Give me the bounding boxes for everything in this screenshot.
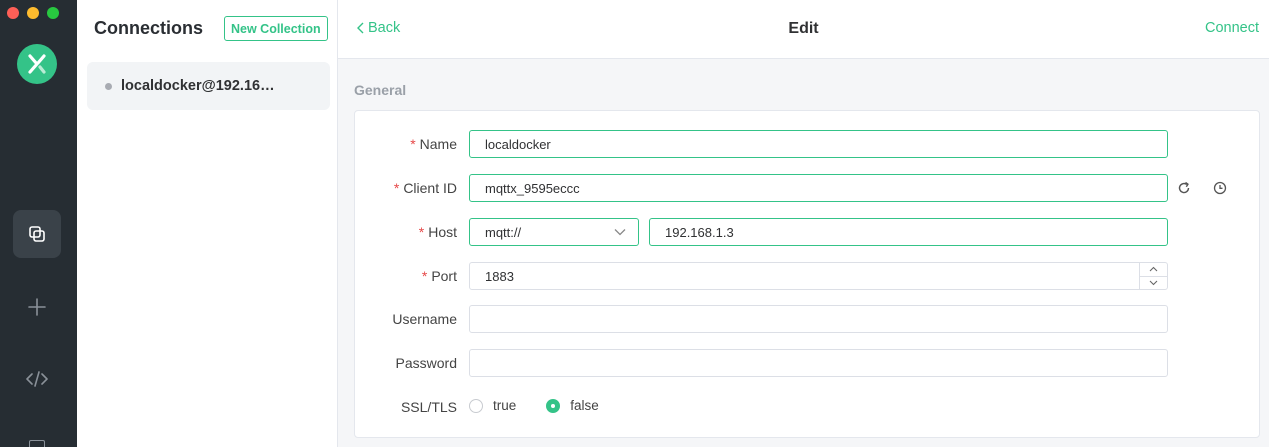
name-input[interactable]: localdocker [469, 130, 1168, 158]
connection-name: localdocker@192.16… [121, 78, 275, 94]
connections-panel: Connections New Collection localdocker@1… [77, 0, 338, 447]
top-bar: Back Edit Connect [338, 0, 1269, 59]
host-input[interactable]: 192.168.1.3 [649, 218, 1168, 246]
code-icon [26, 371, 48, 387]
chevron-down-icon [614, 229, 626, 236]
radio-circle-selected [546, 398, 561, 413]
port-label: * Port [421, 268, 457, 284]
host-row: * Host mqtt:// 192.168.1.3 [355, 218, 1261, 246]
ssl-true-label: true [493, 398, 517, 413]
radio-circle [469, 398, 483, 413]
connection-status-dot [105, 82, 112, 90]
port-decrement-button[interactable] [1140, 275, 1167, 290]
port-row: * Port 1883 [355, 262, 1261, 290]
ssl-tls-label: SSL/TLS [400, 399, 457, 415]
ssl-true-radio[interactable]: true [469, 398, 516, 413]
connect-button[interactable]: Connect [1205, 20, 1259, 36]
ssl-false-radio[interactable]: false [546, 398, 599, 413]
refresh-icon[interactable] [1176, 180, 1192, 196]
port-value: 1883 [485, 268, 514, 284]
username-label: Username [392, 311, 457, 327]
name-row: * Name localdocker [355, 130, 1261, 158]
connections-icon [29, 226, 45, 242]
protocol-value: mqtt:// [485, 224, 522, 240]
password-row: Password [355, 349, 1261, 377]
name-label: * Name [410, 136, 457, 152]
clock-icon[interactable] [1212, 180, 1228, 196]
general-form-card: * Name localdocker * Client ID mqttx_9595e… [354, 110, 1260, 438]
username-row: Username [355, 305, 1261, 333]
client-id-input[interactable]: mqttx_9595eccc [469, 174, 1168, 202]
ssl-tls-radio-group: true false [469, 398, 629, 413]
username-input[interactable] [469, 305, 1168, 333]
rail-connections-button[interactable] [13, 210, 61, 258]
rail-new-connection-button[interactable] [13, 283, 61, 331]
password-label: Password [395, 355, 457, 371]
section-general-label: General [354, 82, 407, 98]
page-title: Edit [788, 20, 819, 37]
window-close-button[interactable] [7, 7, 19, 19]
client-id-label: * Client ID [393, 180, 457, 196]
client-id-row: * Client ID mqttx_9595eccc [355, 174, 1261, 202]
protocol-select[interactable]: mqtt:// [469, 218, 639, 246]
password-input[interactable] [469, 349, 1168, 377]
connections-title: Connections [94, 18, 204, 38]
chevron-down-icon [1149, 280, 1158, 286]
window-minimize-button[interactable] [27, 7, 39, 19]
app-logo-icon [17, 44, 57, 84]
host-label: * Host [418, 224, 457, 240]
ssl-false-label: false [570, 398, 599, 413]
window-zoom-button[interactable] [47, 7, 59, 19]
app-rail [0, 0, 77, 447]
rail-log-icon[interactable] [29, 440, 45, 447]
rail-script-button[interactable] [13, 355, 61, 403]
connection-list-item[interactable]: localdocker@192.16… [87, 62, 330, 110]
main-area: Back Edit Connect General * Name localdoc… [338, 0, 1269, 447]
port-increment-button[interactable] [1140, 263, 1167, 276]
new-collection-button[interactable]: New Collection [224, 16, 328, 41]
chevron-up-icon [1149, 266, 1158, 272]
ssl-tls-row: SSL/TLS true false [355, 393, 1261, 421]
port-stepper [1139, 263, 1167, 289]
port-input[interactable]: 1883 [469, 262, 1168, 290]
plus-icon [28, 298, 46, 316]
